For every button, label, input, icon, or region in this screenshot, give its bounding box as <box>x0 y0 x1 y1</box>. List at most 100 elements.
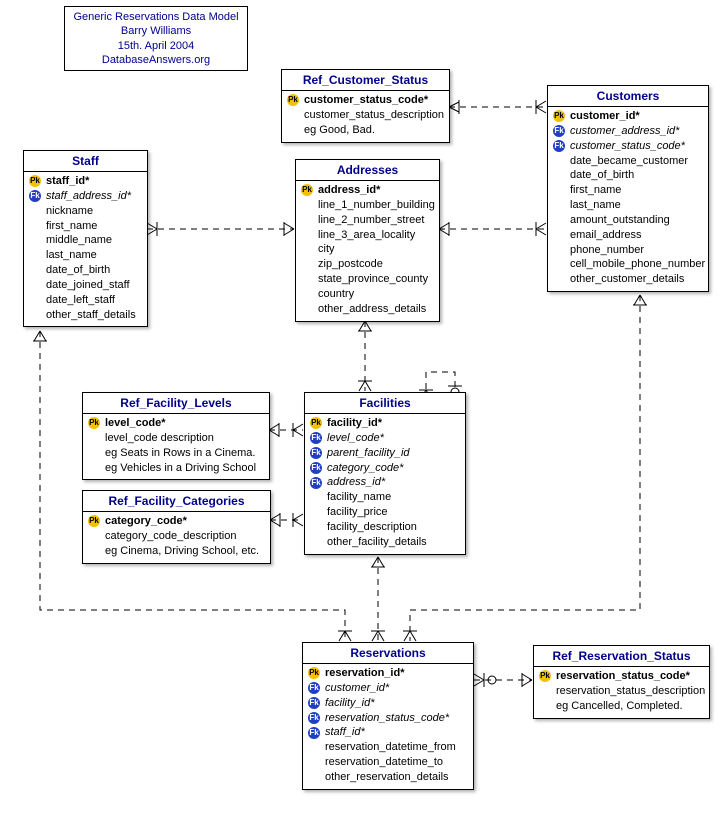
attr-name: eg Vehicles in a Driving School <box>105 461 265 476</box>
attr-row: Pk reservation_id* <box>307 666 469 681</box>
no-key-icon <box>87 545 101 557</box>
no-key-icon <box>28 205 42 217</box>
pk-icon: Pk <box>307 667 321 679</box>
attr-name: category_code_description <box>105 529 266 544</box>
no-key-icon <box>286 124 300 136</box>
no-key-icon <box>552 214 566 226</box>
attr-name: address_id* <box>318 183 435 198</box>
attr-name: other_reservation_details <box>325 770 469 785</box>
attr-name: parent_facility_id <box>327 446 461 461</box>
no-key-icon <box>307 756 321 768</box>
no-key-icon <box>28 250 42 262</box>
attr-row: line_2_number_street <box>300 213 435 228</box>
attr-row: reservation_status_description <box>538 684 705 699</box>
no-key-icon <box>552 274 566 286</box>
attr-name: staff_id* <box>46 174 143 189</box>
attr-row: line_3_area_locality <box>300 228 435 243</box>
no-key-icon <box>286 109 300 121</box>
no-key-icon <box>552 244 566 256</box>
entity-ref-facility-categories: Ref_Facility_Categories Pkcategory_code*… <box>82 490 271 564</box>
attr-row: Pk level_code* <box>87 416 265 431</box>
no-key-icon <box>552 259 566 271</box>
entity-attrs: Pkstaff_id*Fkstaff_address_id*nicknamefi… <box>24 172 147 326</box>
entity-title: Customers <box>548 86 708 107</box>
attr-row: first_name <box>28 219 143 234</box>
attr-name: facility_id* <box>325 696 469 711</box>
attr-row: cell_mobile_phone_number <box>552 257 704 272</box>
attr-row: other_staff_details <box>28 308 143 323</box>
info-line4: DatabaseAnswers.org <box>71 53 241 67</box>
attr-row: phone_number <box>552 243 704 258</box>
attr-name: nickname <box>46 204 143 219</box>
attr-name: cell_mobile_phone_number <box>570 257 705 272</box>
no-key-icon <box>28 235 42 247</box>
pk-icon: Pk <box>300 184 314 196</box>
attr-name: customer_id* <box>570 109 704 124</box>
attr-name: state_province_county <box>318 272 435 287</box>
entity-addresses: Addresses Pkaddress_id*line_1_number_bui… <box>295 159 440 322</box>
pk-icon: Pk <box>309 417 323 429</box>
attr-name: other_facility_details <box>327 535 461 550</box>
attr-row: other_facility_details <box>309 535 461 550</box>
attr-name: amount_outstanding <box>570 213 704 228</box>
attr-name: eg Cancelled, Completed. <box>556 699 705 714</box>
pk-icon: Pk <box>87 417 101 429</box>
no-key-icon <box>28 294 42 306</box>
fk-icon: Fk <box>552 140 566 152</box>
entity-title: Ref_Facility_Categories <box>83 491 270 512</box>
attr-name: date_became_customer <box>570 154 704 169</box>
attr-name: other_customer_details <box>570 272 704 287</box>
no-key-icon <box>538 700 552 712</box>
no-key-icon <box>28 279 42 291</box>
attr-row: facility_description <box>309 520 461 535</box>
attr-row: Fk parent_facility_id <box>309 446 461 461</box>
attr-row: Pk address_id* <box>300 183 435 198</box>
fk-icon: Fk <box>552 125 566 137</box>
attr-name: level_code* <box>105 416 265 431</box>
attr-name: facility_description <box>327 520 461 535</box>
attr-name: other_staff_details <box>46 308 143 323</box>
entity-attrs: Pkcustomer_id*Fkcustomer_address_id*Fkcu… <box>548 107 708 291</box>
entity-attrs: Pk level_code*level_code descriptioneg Se… <box>83 414 269 479</box>
entity-reservations: Reservations Pkreservation_id*Fkcustomer… <box>302 642 474 790</box>
entity-ref-customer-status: Ref_Customer_Status Pkcustomer_status_co… <box>281 69 450 143</box>
attr-name: reservation_datetime_to <box>325 755 469 770</box>
attr-name: facility_id* <box>327 416 461 431</box>
attr-name: level_code description <box>105 431 265 446</box>
rel-addresses-customers <box>439 222 546 236</box>
entity-facilities: Facilities Pkfacility_id*Fklevel_code*Fk… <box>304 392 466 555</box>
fk-icon: Fk <box>309 447 323 459</box>
fk-icon: Fk <box>307 712 321 724</box>
entity-customers: Customers Pkcustomer_id*Fkcustomer_addre… <box>547 85 709 292</box>
attr-name: customer_id* <box>325 681 469 696</box>
entity-title: Ref_Customer_Status <box>282 70 449 91</box>
entity-attrs: Pkcustomer_status_code*customer_status_d… <box>282 91 449 142</box>
fk-icon: Fk <box>307 697 321 709</box>
attr-name: customer_status_code* <box>570 139 704 154</box>
rel-facilities-reservations <box>371 557 385 641</box>
no-key-icon <box>307 771 321 783</box>
fk-icon: Fk <box>309 477 323 489</box>
no-key-icon <box>300 273 314 285</box>
attr-row: zip_postcode <box>300 257 435 272</box>
info-line2: Barry Williams <box>71 24 241 38</box>
attr-name: eg Seats in Rows in a Cinema. <box>105 446 265 461</box>
attr-row: other_address_details <box>300 302 435 317</box>
attr-name: line_3_area_locality <box>318 228 435 243</box>
attr-row: category_code_description <box>87 529 266 544</box>
attr-row: Pk facility_id* <box>309 416 461 431</box>
rel-refresstatus-reservations <box>474 673 532 687</box>
attr-row: Fklevel_code* <box>309 431 461 446</box>
attr-row: eg Good, Bad. <box>286 123 445 138</box>
attr-row: Fkstaff_id* <box>307 725 469 740</box>
pk-icon: Pk <box>286 94 300 106</box>
rel-addresses-facilities <box>358 321 372 391</box>
no-key-icon <box>87 432 101 444</box>
no-key-icon <box>300 244 314 256</box>
attr-name: reservation_id* <box>325 666 469 681</box>
attr-name: eg Cinema, Driving School, etc. <box>105 544 266 559</box>
attr-row: facility_name <box>309 490 461 505</box>
rel-reflevels-facilities <box>269 423 303 437</box>
no-key-icon <box>309 492 323 504</box>
entity-ref-facility-levels: Ref_Facility_Levels Pklevel_code*level_c… <box>82 392 270 480</box>
